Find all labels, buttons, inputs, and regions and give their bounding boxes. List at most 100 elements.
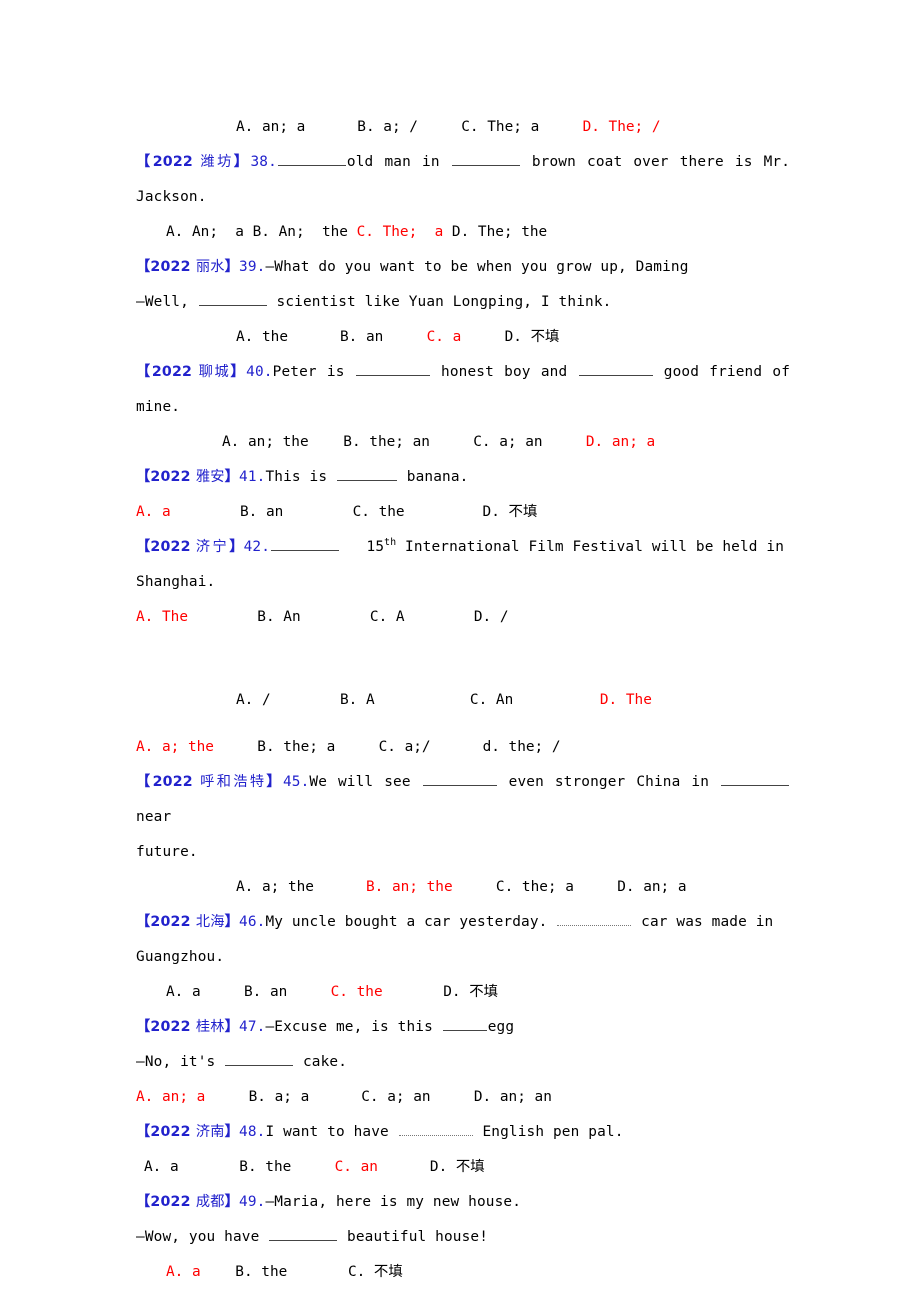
question-number-41: 41.: [239, 469, 266, 485]
question-stem-38: 【2022 潍坊】38. old man in brown coat over t…: [136, 145, 790, 215]
stem-text: even stronger China in: [497, 774, 721, 790]
question-stem-45: 【2022 呼和浩特】45.We will see even stronger …: [136, 765, 790, 835]
ordinal-number: 15: [366, 539, 385, 555]
question-number-49: 49.: [239, 1194, 266, 1210]
correct-answer: B. an; the: [365, 879, 453, 895]
stem-text: International Film Festival will be held…: [396, 539, 785, 555]
options-row-48: A. a B. the C. an D. 不填: [136, 1150, 790, 1185]
options-row-38: A. An; a B. An; the C. The; a D. The; th…: [136, 215, 790, 250]
question-stem-42-line2: Shanghai.: [136, 574, 216, 590]
source-tag-38: 【2022 潍坊】: [136, 154, 251, 170]
stem-text: beautiful house!: [338, 1229, 489, 1245]
stem-text: We will see: [309, 774, 422, 790]
correct-answer: C. a: [426, 329, 462, 345]
options-row-42: A. The B. An C. A D. /: [136, 600, 790, 635]
answer-blank: [277, 151, 346, 166]
missing-stem-gap-44: [136, 718, 790, 730]
options-row-43: A. / B. A C. An D. The: [136, 683, 790, 718]
options-row-39: A. the B. an C. a D. 不填: [136, 320, 790, 355]
option-group-plain: B. the C. 不填: [200, 1264, 403, 1280]
answer-blank: [442, 1016, 487, 1031]
source-tag-41: 【2022 雅安】: [136, 469, 239, 485]
answer-blank: [269, 1226, 338, 1241]
stem-text: —Well,: [136, 294, 198, 310]
correct-answer: C. The; a: [356, 224, 444, 240]
stem-text: honest boy and: [430, 364, 578, 380]
answer-blank: [422, 771, 497, 786]
stem-text: —Excuse me, is this: [265, 1019, 442, 1035]
question-number-42: 42.: [243, 539, 271, 555]
orphan-options-row-top: A. an; a B. a; / C. The; a D. The; /: [136, 110, 790, 145]
stem-text: cake.: [294, 1054, 348, 1070]
correct-answer: C. the: [330, 984, 383, 1000]
question-number-46: 46.: [239, 914, 266, 930]
stem-text: Peter is: [272, 364, 355, 380]
answer-blank: [557, 911, 632, 926]
options-row-41: A. a B. an C. the D. 不填: [136, 495, 790, 530]
answer-blank: [451, 151, 520, 166]
answer-blank: [721, 771, 790, 786]
option-group-plain: B. An C. A D. /: [187, 609, 509, 625]
answer-blank: [578, 361, 653, 376]
question-number-47: 47.: [239, 1019, 266, 1035]
stem-text: scientist like Yuan Longping, I think.: [267, 294, 612, 310]
question-stem-39-line2: —Well, scientist like Yuan Longping, I t…: [136, 285, 790, 320]
options-row-49: A. a B. the C. 不填: [136, 1255, 790, 1290]
question-number-38: 38.: [250, 154, 277, 170]
source-tag-45: 【2022 呼和浩特】: [136, 774, 283, 790]
stem-text: This is: [265, 469, 336, 485]
question-stem-42: 【2022 济宁】42. 15th International Film Fes…: [136, 530, 790, 565]
option-group-plain: A. the B. an: [236, 329, 427, 345]
option-group-plain: D. 不填: [461, 329, 560, 345]
correct-answer: A. an; a: [136, 1089, 206, 1105]
stem-text: English pen pal.: [473, 1124, 624, 1140]
question-stem-48: 【2022 济南】48.I want to have English pen p…: [136, 1115, 790, 1150]
source-tag-40: 【2022 聊城】: [136, 364, 247, 380]
stem-text: I want to have: [265, 1124, 398, 1140]
correct-answer: A. a: [166, 1264, 201, 1280]
correct-answer: D. The: [599, 692, 652, 708]
source-tag-47: 【2022 桂林】: [136, 1019, 239, 1035]
question-stem-39-line1: 【2022 丽水】39.—What do you want to be when…: [136, 250, 790, 285]
option-group-plain: A. a; the: [236, 879, 366, 895]
correct-answer: D. an; a: [585, 434, 656, 450]
answer-blank: [398, 1121, 473, 1136]
answer-blank: [225, 1051, 294, 1066]
source-tag-49: 【2022 成都】: [136, 1194, 239, 1210]
answer-blank: [198, 291, 267, 306]
answer-blank: [271, 536, 340, 551]
option-group-plain: D. 不填: [377, 1159, 485, 1175]
correct-answer: A. a; the: [136, 739, 214, 755]
option-group-plain: A. / B. A C. An: [236, 692, 600, 708]
source-tag-46: 【2022 北海】: [136, 914, 239, 930]
source-tag-42: 【2022 济宁】: [136, 539, 244, 555]
options-row-45: A. a; the B. an; the C. the; a D. an; a: [136, 870, 790, 905]
answer-blank: [355, 361, 430, 376]
option-group-plain: A. a B. the: [144, 1159, 335, 1175]
source-tag-48: 【2022 济南】: [136, 1124, 239, 1140]
worksheet-page: A. an; a B. a; / C. The; a D. The; / 【20…: [0, 0, 920, 1302]
option-group-plain: D. The; the: [443, 224, 548, 240]
option-group-plain: A. An; a B. An; the: [166, 224, 357, 240]
stem-text: —No, it's: [136, 1054, 225, 1070]
option-group-plain: C. the; a D. an; a: [452, 879, 687, 895]
missing-stem-gap-43: [136, 635, 790, 683]
options-row-44: A. a; the B. the; a C. a;/ d. the; /: [136, 730, 790, 765]
option-group-plain: A. an; the B. the; an C. a; an: [222, 434, 586, 450]
question-number-45: 45.: [282, 774, 310, 790]
option-group-plain: B. the; a C. a;/ d. the; /: [213, 739, 561, 755]
question-number-40: 40.: [246, 364, 273, 380]
question-stem-49-line1: 【2022 成都】49.—Maria, here is my new house…: [136, 1185, 790, 1220]
correct-answer: D. The; /: [582, 119, 661, 135]
stem-text: car was made in: [632, 914, 774, 930]
stem-text: —What do you want to be when you grow up…: [265, 259, 689, 275]
correct-answer: A. a: [136, 504, 171, 520]
correct-answer: A. The: [136, 609, 188, 625]
question-stem-40: 【2022 聊城】40.Peter is honest boy and good…: [136, 355, 790, 425]
answer-blank: [336, 466, 397, 481]
option-group-plain: B. a; a C. a; an D. an; an: [205, 1089, 552, 1105]
stem-text: —Maria, here is my new house.: [265, 1194, 522, 1210]
question-stem-45-line2: future.: [136, 844, 198, 860]
correct-answer: C. an: [334, 1159, 378, 1175]
question-number-48: 48.: [239, 1124, 266, 1140]
